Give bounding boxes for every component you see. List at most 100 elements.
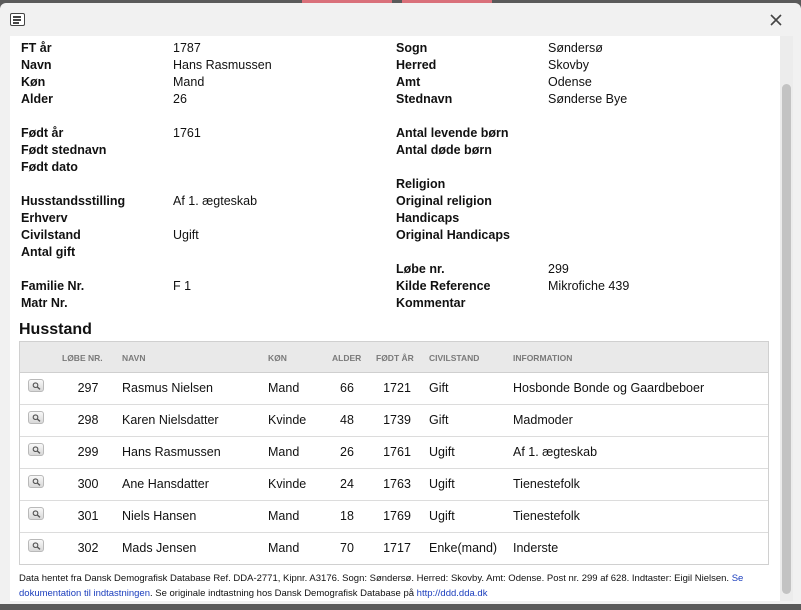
table-cell: Rasmus Nielsen [122, 381, 214, 395]
table-row[interactable]: 299 Hans Rasmussen Mand 26 1761 Ugift Af 1. æg… [20, 437, 768, 469]
table-cell: 66 [340, 381, 354, 395]
field-label: Original religion [396, 194, 492, 208]
col-header[interactable]: KØN [268, 353, 287, 363]
document-icon [10, 13, 25, 26]
table-cell: Ane Hansdatter [122, 477, 209, 491]
field-label: Født stednavn [21, 143, 107, 157]
field-label: Antal gift [21, 245, 76, 259]
field-label: Amt [396, 75, 421, 89]
source-text: Data hentet fra Dansk Demografisk Databa… [19, 573, 730, 584]
field-label: Antal levende børn [396, 126, 509, 140]
view-record-button[interactable] [28, 475, 44, 488]
table-cell: 1739 [383, 413, 411, 427]
table-cell: 299 [77, 445, 99, 459]
field-value: 1787 [173, 41, 201, 55]
field-value: Af 1. ægteskab [173, 194, 258, 208]
field-label: Navn [21, 58, 52, 72]
col-header[interactable]: INFORMATION [513, 353, 572, 363]
field-value: 299 [548, 262, 569, 276]
field-label: Sogn [396, 41, 428, 55]
table-cell: Mads Jensen [122, 541, 197, 555]
col-header[interactable]: FØDT ÅR [376, 353, 414, 363]
table-row[interactable]: 298 Karen Nielsdatter Kvinde 48 1739 Gift Madm… [20, 405, 768, 437]
table-cell: Enke(mand) [429, 541, 498, 555]
table-cell: Hosbonde Bonde og Gaardbeboer [513, 381, 705, 395]
view-record-button[interactable] [28, 539, 44, 552]
table-cell: 70 [340, 541, 354, 555]
ddd-link[interactable]: http://ddd.dda.dk [417, 588, 488, 599]
field-label: Kilde Reference [396, 279, 491, 293]
magnifier-icon [32, 382, 41, 390]
table-cell: Mand [268, 445, 300, 459]
view-record-button[interactable] [28, 411, 44, 424]
field-label: FT år [21, 41, 52, 55]
close-button[interactable] [767, 11, 785, 29]
field-label: Handicaps [396, 211, 460, 225]
table-cell: Hans Rasmussen [122, 445, 221, 459]
field-label: Herred [396, 58, 437, 72]
field-label: Køn [21, 75, 46, 89]
table-cell: 1721 [383, 381, 411, 395]
table-header: LØBE NR. NAVN KØN ALDER FØDT ÅR CIVILSTA… [20, 342, 768, 373]
household-table: LØBE NR. NAVN KØN ALDER FØDT ÅR CIVILSTA… [19, 341, 769, 565]
table-cell: Inderste [513, 541, 559, 555]
table-cell: 1717 [383, 541, 411, 555]
magnifier-icon [32, 478, 41, 486]
source-text-2: Se originale indtastning hos Dansk Demog… [155, 588, 415, 599]
table-cell: 297 [77, 381, 99, 395]
table-cell: Ugift [429, 445, 455, 459]
scrollbar[interactable] [780, 36, 793, 601]
field-label: Alder [21, 92, 53, 106]
field-value: Sønderse Bye [548, 92, 628, 106]
field-value: Skovby [548, 58, 589, 72]
field-value: Mand [173, 75, 205, 89]
field-label: Erhverv [21, 211, 68, 225]
magnifier-icon [32, 414, 41, 422]
col-header[interactable]: CIVILSTAND [429, 353, 479, 363]
field-value: Hans Rasmussen [173, 58, 272, 72]
table-cell: Mand [268, 541, 300, 555]
field-value: Mikrofiche 439 [548, 279, 630, 293]
field-value: F 1 [173, 279, 192, 293]
field-label: Løbe nr. [396, 262, 445, 276]
table-cell: 18 [340, 509, 354, 523]
field-label: Født år [21, 126, 64, 140]
scroll-thumb[interactable] [782, 84, 791, 594]
field-value: 1761 [173, 126, 201, 140]
col-header[interactable]: LØBE NR. [62, 353, 103, 363]
field-label: Civilstand [21, 228, 81, 242]
table-cell: 301 [77, 509, 99, 523]
dialog-titlebar [0, 3, 801, 39]
field-label: Født dato [21, 160, 78, 174]
table-row[interactable]: 300 Ane Hansdatter Kvinde 24 1763 Ugift Tienes… [20, 469, 768, 501]
table-body: 297 Rasmus Nielsen Mand 66 1721 Gift Hosbonde … [20, 373, 768, 564]
table-cell: Ugift [429, 477, 455, 491]
field-label: Original Handicaps [396, 228, 510, 242]
household-title: Husstand [19, 321, 92, 338]
table-cell: Gift [429, 413, 449, 427]
view-record-button[interactable] [28, 379, 44, 392]
view-record-button[interactable] [28, 507, 44, 520]
table-cell: 1763 [383, 477, 411, 491]
field-label: Familie Nr. [21, 279, 85, 293]
table-cell: 1761 [383, 445, 411, 459]
magnifier-icon [32, 510, 41, 518]
table-row[interactable]: 302 Mads Jensen Mand 70 1717 Enke(mand) Inders… [20, 533, 768, 564]
field-label: Antal døde børn [396, 143, 492, 157]
col-header[interactable]: NAVN [122, 353, 145, 363]
table-row[interactable]: 301 Niels Hansen Mand 18 1769 Ugift Tienestefo… [20, 501, 768, 533]
field-value: 26 [173, 92, 187, 106]
table-cell: Tienestefolk [513, 509, 580, 523]
magnifier-icon [32, 446, 41, 454]
table-cell: Mand [268, 509, 300, 523]
field-label: Religion [396, 177, 446, 191]
table-cell: Ugift [429, 509, 455, 523]
table-row[interactable]: 297 Rasmus Nielsen Mand 66 1721 Gift Hosbonde … [20, 373, 768, 405]
table-cell: 300 [77, 477, 99, 491]
table-cell: 302 [77, 541, 99, 555]
view-record-button[interactable] [28, 443, 44, 456]
col-header[interactable]: ALDER [332, 353, 361, 363]
table-cell: Kvinde [268, 477, 307, 491]
table-cell: Madmoder [513, 413, 573, 427]
table-cell: 298 [77, 413, 99, 427]
